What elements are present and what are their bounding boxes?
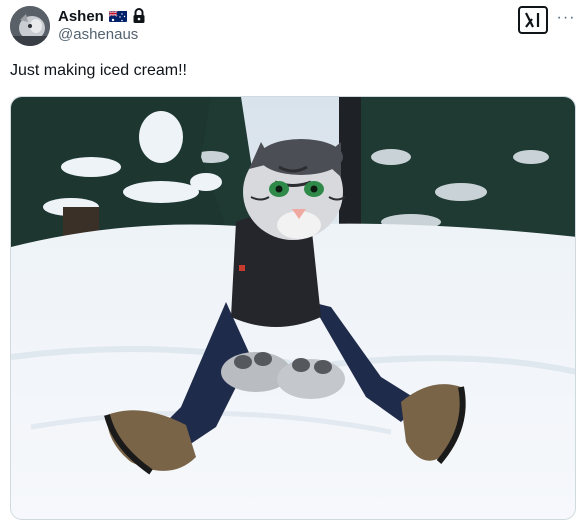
avatar[interactable] <box>10 6 50 46</box>
tweet-photo[interactable] <box>10 96 576 520</box>
tweet: Ashen @ashenaus ··· Just making iced cre… <box>0 0 584 526</box>
display-name[interactable]: Ashen <box>58 8 104 25</box>
author-name-row: Ashen <box>58 6 146 26</box>
australia-flag-icon <box>108 10 127 22</box>
lock-icon <box>132 8 146 24</box>
grok-icon[interactable] <box>518 6 548 34</box>
tweet-text: Just making iced cream!! <box>10 62 187 79</box>
more-icon[interactable]: ··· <box>554 8 578 28</box>
author-handle[interactable]: @ashenaus <box>58 26 138 43</box>
